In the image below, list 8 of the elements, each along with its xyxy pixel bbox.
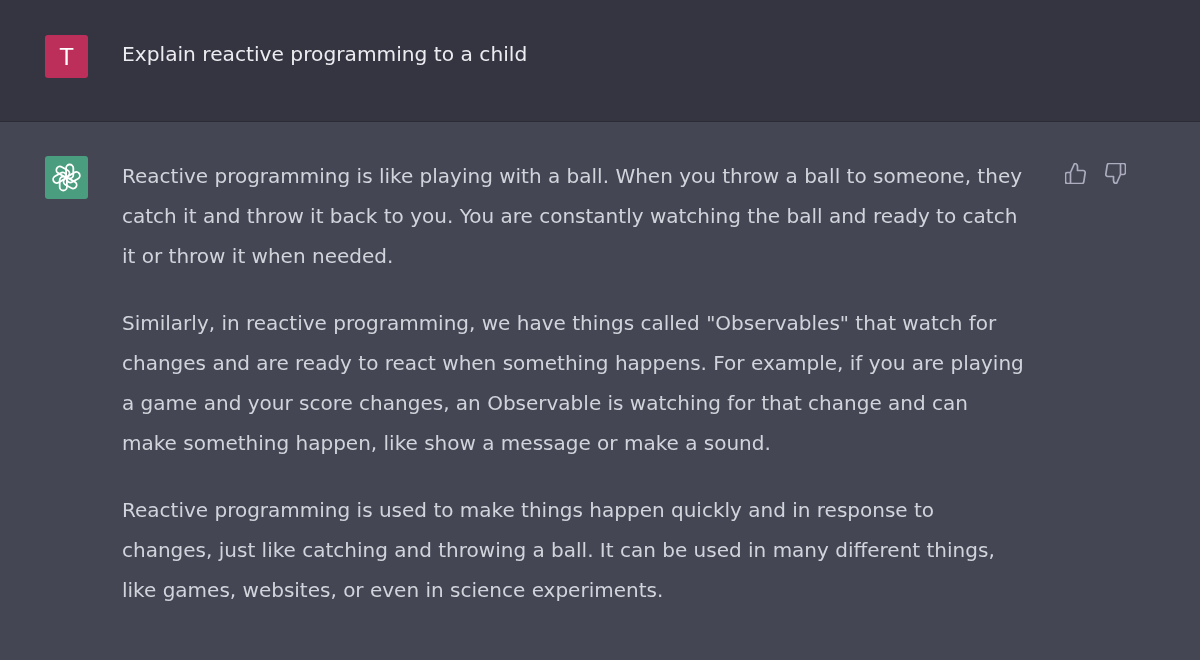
answer-paragraph: Similarly, in reactive programming, we have things called "Observables" that watch for changes and are ready to react when something happens. For example, if you are playing a game and your score changes, an Observable is watching for that change and can make something happen, like show a message or make a sound.	[122, 310, 1025, 457]
thumbs-up-icon[interactable]	[1065, 163, 1086, 184]
answer-paragraph: Reactive programming is like playing with a ball. When you throw a ball to someone, they catch it and throw it back to you. You are constantly watching the ball and ready to catch it or throw it when needed.	[122, 163, 1024, 270]
thumbs-down-icon[interactable]	[1105, 163, 1126, 184]
logo-icon	[45, 156, 88, 199]
user-avatar: T	[45, 35, 88, 78]
user-message: Explain reactive programming to a child	[122, 41, 529, 68]
answer-paragraph: Reactive programming is used to make things happen quickly and in response to changes, just like catching and throwing a ball. It can be used in many different things, like games, websites, or even in science experiments.	[122, 497, 996, 604]
